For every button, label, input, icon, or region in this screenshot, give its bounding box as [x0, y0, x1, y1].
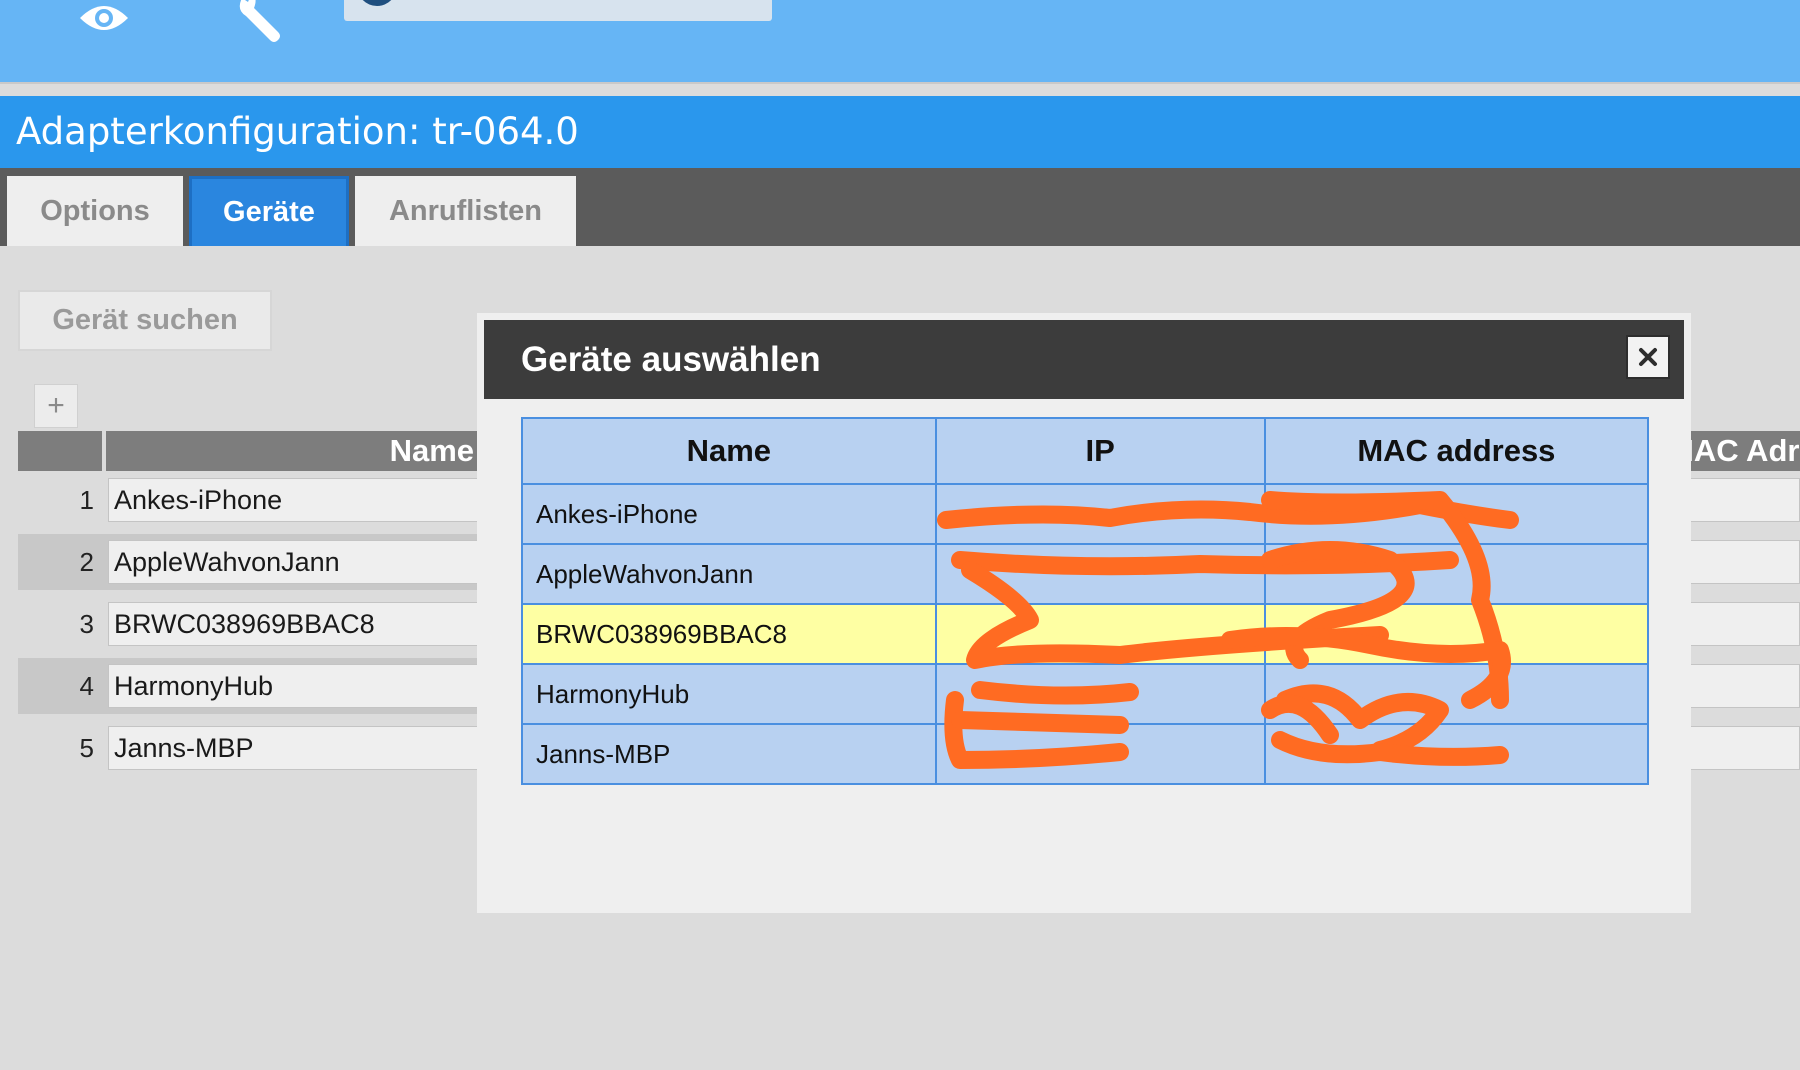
row-index: 4: [79, 671, 94, 701]
device-ip: [934, 723, 1266, 785]
tab-bar: Options Geräte Anruflisten: [0, 168, 1800, 246]
device-name-input[interactable]: HarmonyHub: [108, 664, 478, 708]
close-button[interactable]: [1626, 335, 1670, 379]
device-mac: [1263, 483, 1650, 545]
grid-index-header: [18, 431, 102, 471]
device-name-input[interactable]: BRWC038969BBAC8: [108, 602, 478, 646]
top-search-field[interactable]: [344, 0, 772, 21]
table-row-selected[interactable]: BRWC038969BBAC8: [521, 603, 1650, 665]
device-mac: [1263, 723, 1650, 785]
table-row[interactable]: Ankes-iPhone: [521, 483, 1650, 545]
grid-row: 3 BRWC038969BBAC8: [18, 596, 478, 652]
tab-geraete[interactable]: Geräte: [189, 176, 349, 246]
grid-name-header: Name: [106, 431, 478, 471]
table-row[interactable]: AppleWahvonJann: [521, 543, 1650, 605]
table-row[interactable]: Janns-MBP: [521, 723, 1650, 785]
device-name: BRWC038969BBAC8: [521, 603, 937, 665]
column-header-name[interactable]: Name: [521, 417, 937, 485]
row-index: 1: [79, 485, 94, 515]
page-title: Adapterkonfiguration: tr-064.0: [0, 96, 1800, 168]
device-select-dialog: Geräte auswählen Name IP MAC address Ank…: [477, 313, 1691, 913]
eye-icon[interactable]: [74, 0, 134, 45]
grid-row: 4 HarmonyHub: [18, 658, 478, 714]
device-name: Janns-MBP: [521, 723, 937, 785]
device-name: HarmonyHub: [521, 663, 937, 725]
mac-input[interactable]: [1680, 478, 1800, 522]
search-devices-button[interactable]: Gerät suchen: [18, 290, 272, 351]
toolbar-divider: [0, 82, 1800, 96]
top-toolbar: [0, 0, 1800, 82]
devices-table: Name IP MAC address Ankes-iPhone AppleWa…: [521, 417, 1650, 785]
device-mac: [1263, 543, 1650, 605]
row-index: 2: [79, 547, 94, 577]
device-name: AppleWahvonJann: [521, 543, 937, 605]
device-ip: [934, 663, 1266, 725]
dialog-header: Geräte auswählen: [484, 320, 1684, 399]
device-name: Ankes-iPhone: [521, 483, 937, 545]
device-ip: [934, 483, 1266, 545]
wrench-icon[interactable]: [228, 0, 288, 45]
device-mac: [1263, 663, 1650, 725]
device-name-input[interactable]: Janns-MBP: [108, 726, 478, 770]
device-ip: [934, 543, 1266, 605]
row-index: 3: [79, 609, 94, 639]
device-name-input[interactable]: Ankes-iPhone: [108, 478, 478, 522]
logo-icon: [354, 0, 400, 12]
grid-row: 5 Janns-MBP: [18, 720, 478, 776]
row-index: 5: [79, 733, 94, 763]
grid-mac-header: MAC Adre: [1680, 431, 1800, 471]
grid-row: 1 Ankes-iPhone: [18, 472, 478, 528]
device-mac: [1263, 603, 1650, 665]
tab-anruflisten[interactable]: Anruflisten: [355, 176, 576, 246]
dialog-title: Geräte auswählen: [521, 340, 821, 379]
mac-input[interactable]: [1680, 664, 1800, 708]
close-icon: [1639, 348, 1657, 366]
device-name-input[interactable]: AppleWahvonJann: [108, 540, 478, 584]
table-row[interactable]: HarmonyHub: [521, 663, 1650, 725]
mac-input[interactable]: [1680, 540, 1800, 584]
grid-row: 2 AppleWahvonJann: [18, 534, 478, 590]
add-row-button[interactable]: +: [34, 384, 78, 428]
column-header-mac[interactable]: MAC address: [1263, 417, 1650, 485]
device-ip: [934, 603, 1266, 665]
tab-options[interactable]: Options: [7, 176, 183, 246]
mac-input[interactable]: [1680, 726, 1800, 770]
table-header-row: Name IP MAC address: [521, 417, 1650, 485]
mac-input[interactable]: [1680, 602, 1800, 646]
column-header-ip[interactable]: IP: [934, 417, 1266, 485]
